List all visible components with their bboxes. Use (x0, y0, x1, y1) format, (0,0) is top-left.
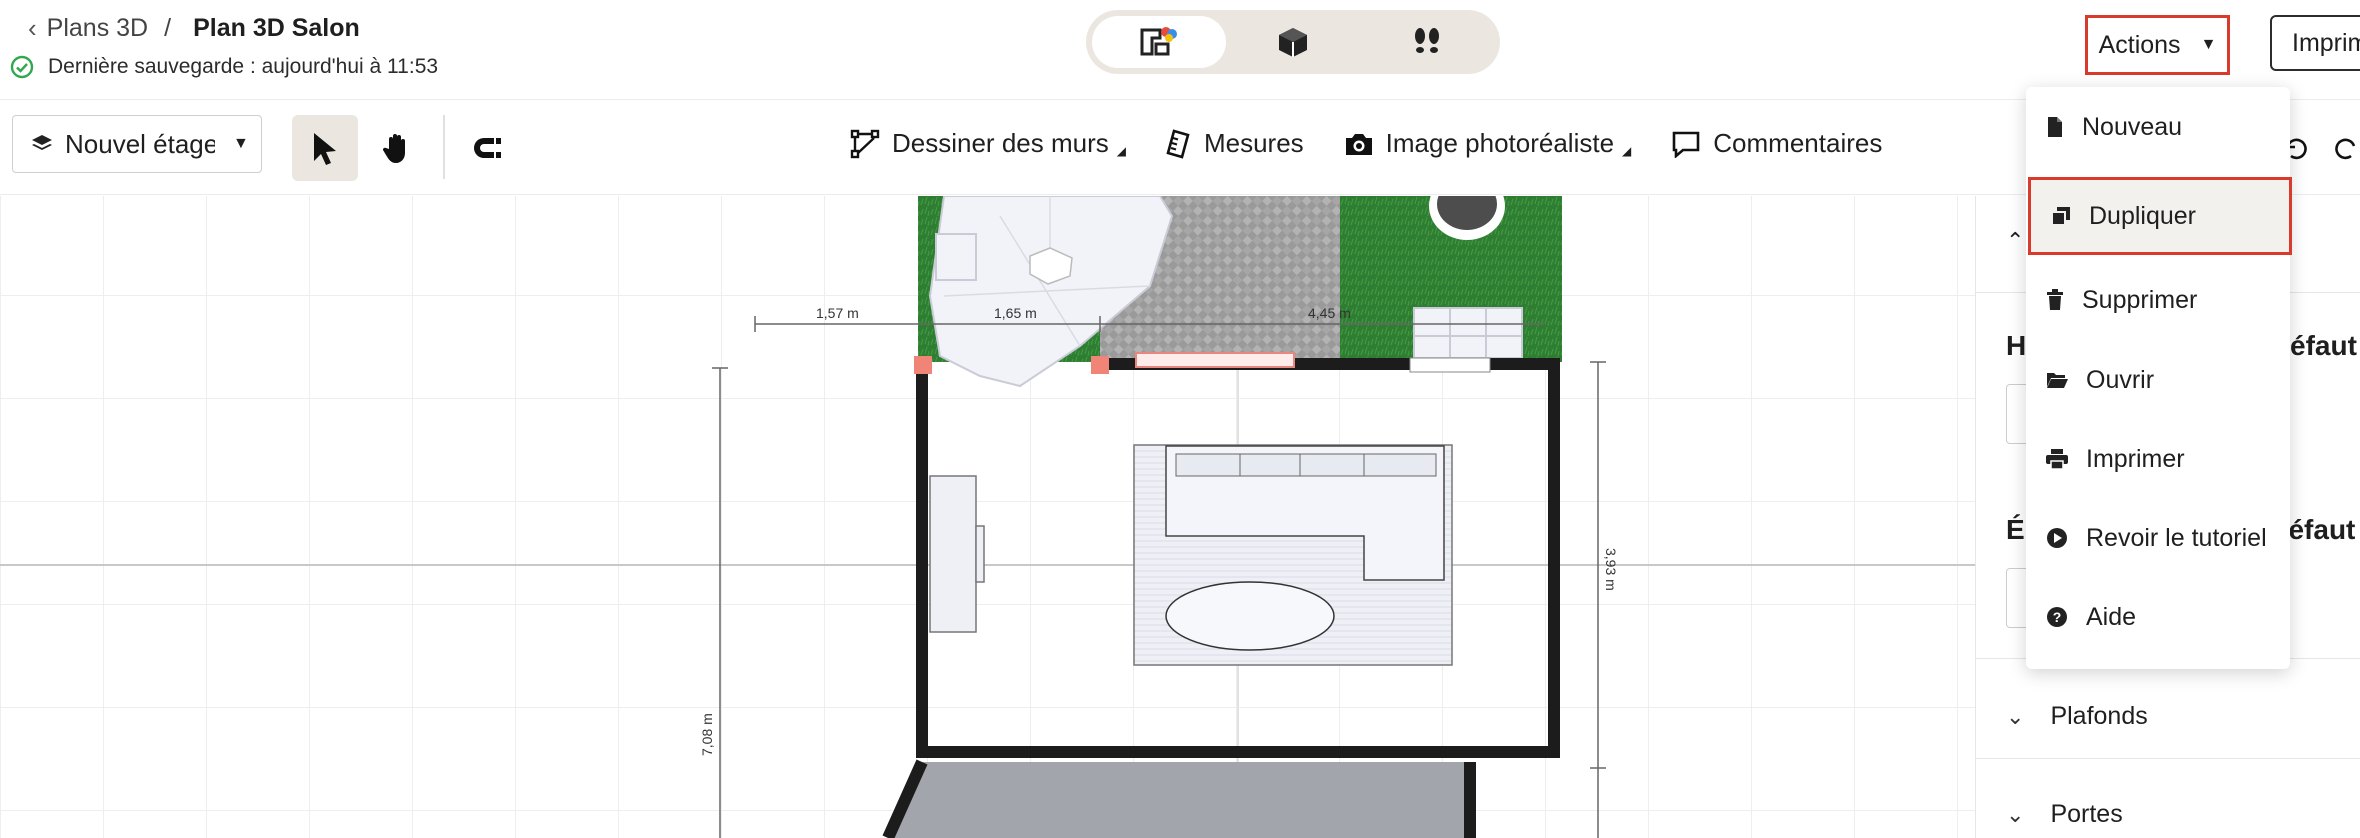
menu-item-label: Ouvrir (2086, 365, 2155, 394)
level-select[interactable]: Nouvel étage ▼ (12, 115, 262, 173)
desk (929, 475, 977, 633)
dimension-label: 7,08 m (699, 713, 715, 756)
breadcrumb: ‹ Plans 3D / Plan 3D Salon (28, 13, 360, 44)
actions-menu-button[interactable]: Actions ▼ (2085, 15, 2230, 75)
magnet-icon (474, 138, 501, 158)
redo-icon[interactable] (2334, 135, 2360, 163)
polyline-icon (850, 129, 880, 158)
menu-item-tutorial[interactable]: Revoir le tutoriel (2026, 507, 2290, 569)
2d-plan-icon (1140, 27, 1177, 56)
actions-label: Actions (2098, 30, 2181, 59)
wall-endpoint (1091, 356, 1109, 374)
lower-room-floor (888, 762, 1470, 838)
menu-item-open[interactable]: Ouvrir (2026, 349, 2290, 411)
ruler-icon (1166, 128, 1190, 159)
default-height-heading-start: H (2006, 330, 2027, 361)
dimension-label: 1,65 m (994, 305, 1037, 321)
magnet-tool-button[interactable] (455, 115, 521, 181)
hand-icon (382, 134, 405, 163)
print-button[interactable]: Imprimer (2270, 15, 2360, 71)
save-status: Dernière sauvegarde : aujourd'hui à 11:5… (10, 55, 438, 79)
dimension-label: 4,45 m (1308, 305, 1351, 321)
doors-label: Portes (2050, 800, 2123, 828)
chevron-up-icon[interactable]: ⌃ (2006, 228, 2024, 254)
view-2d-button[interactable] (1092, 16, 1226, 68)
actions-dropdown-menu: Nouveau Dupliquer Supprimer Ouvrir Impri… (2026, 87, 2292, 669)
print-button-label: Imprimer (2292, 28, 2360, 57)
dimension-label: 1,57 m (816, 305, 859, 321)
menu-item-delete[interactable]: Supprimer (2026, 269, 2290, 331)
view-3d-button[interactable] (1226, 16, 1360, 68)
layers-icon (32, 135, 52, 150)
pan-tool-button[interactable] (364, 115, 430, 181)
corner-triangle-icon: ◢ (1116, 143, 1126, 158)
doors-section[interactable]: ⌄ Portes (2006, 800, 2123, 829)
page-title: Plan 3D Salon (193, 14, 360, 42)
check-circle-icon (10, 55, 34, 79)
dimension-label: 3,93 m (1603, 548, 1619, 591)
photo-image-label: Image photoréaliste (1385, 128, 1615, 158)
menu-item-label: Revoir le tutoriel (2086, 523, 2267, 552)
folder-open-icon (2047, 373, 2068, 388)
default-height-heading-end: éfaut (2290, 330, 2357, 361)
divider (1976, 758, 2360, 759)
file-icon (2048, 117, 2062, 137)
help-circle-icon: ? (2047, 607, 2067, 627)
floor-plan-drawing: 1,57 m 1,65 m 4,45 m 3,93 m 7,08 m (0, 196, 1975, 838)
breadcrumb-parent-link[interactable]: Plans 3D (47, 14, 148, 43)
drawing-tools: Dessiner des murs ◢ Mesures Image photor… (850, 128, 1922, 159)
caret-down-icon: ▼ (233, 135, 249, 152)
comments-label: Commentaires (1713, 128, 1883, 158)
corner-triangle-icon: ◢ (1622, 143, 1632, 158)
level-select-label: Nouvel étage (65, 128, 215, 159)
3d-box-icon (1279, 28, 1307, 57)
default-thickness-heading-start: É (2006, 514, 2025, 545)
menu-item-label: Supprimer (2082, 285, 2198, 314)
breadcrumb-separator: / (164, 14, 172, 42)
menu-item-label: Dupliquer (2089, 201, 2197, 230)
photo-image-button[interactable]: Image photoréaliste ◢ (1344, 128, 1632, 159)
toolbar: Nouvel étage ▼ Dessiner des murs ◢ Mesur… (0, 101, 2360, 195)
comments-button[interactable]: Commentaires (1671, 128, 1882, 159)
menu-item-print[interactable]: Imprimer (2026, 428, 2290, 490)
top-header: ‹ Plans 3D / Plan 3D Salon Dernière sauv… (0, 0, 2360, 100)
menu-item-label: Nouveau (2082, 112, 2183, 141)
view-walk-button[interactable] (1360, 16, 1494, 68)
draw-walls-label: Dessiner des murs (892, 128, 1109, 158)
coffee-table (1165, 581, 1335, 651)
measures-label: Mesures (1203, 128, 1304, 158)
chevron-down-icon: ⌄ (2006, 703, 2025, 729)
cursor-arrow-icon (314, 133, 336, 165)
toolbar-divider (443, 115, 445, 179)
menu-item-help[interactable]: ? Aide (2026, 586, 2290, 648)
menu-item-label: Aide (2086, 602, 2137, 631)
trash-icon (2047, 289, 2063, 310)
menu-item-duplicate[interactable]: Dupliquer (2028, 177, 2292, 255)
lounger (1413, 307, 1523, 359)
ceilings-label: Plafonds (2050, 702, 2148, 730)
print-icon (2046, 449, 2068, 469)
view-mode-switch (1086, 10, 1500, 74)
comment-icon (1672, 131, 1700, 158)
caret-down-icon: ▼ (2200, 36, 2217, 53)
window (1135, 352, 1295, 368)
copy-icon (2051, 207, 2070, 226)
chevron-left-icon[interactable]: ‹ (28, 13, 37, 44)
ceilings-section[interactable]: ⌄ Plafonds (2006, 702, 2148, 731)
chevron-down-icon: ⌄ (2006, 801, 2025, 827)
default-thickness-heading-end: éfaut (2288, 514, 2356, 545)
draw-walls-button[interactable]: Dessiner des murs ◢ (850, 128, 1126, 159)
select-tool-button[interactable] (292, 115, 358, 181)
play-circle-icon (2047, 528, 2067, 548)
menu-item-new[interactable]: Nouveau (2026, 96, 2290, 158)
menu-item-label: Imprimer (2086, 444, 2185, 473)
wall-endpoint (914, 356, 932, 374)
floor-plan-canvas[interactable]: 1,57 m 1,65 m 4,45 m 3,93 m 7,08 m (0, 196, 1975, 838)
svg-text:?: ? (2053, 609, 2062, 625)
footsteps-icon (1415, 28, 1439, 53)
measures-button[interactable]: Mesures (1166, 128, 1304, 159)
save-status-text: Dernière sauvegarde : aujourd'hui à 11:5… (48, 55, 439, 78)
camera-icon (1345, 133, 1372, 155)
